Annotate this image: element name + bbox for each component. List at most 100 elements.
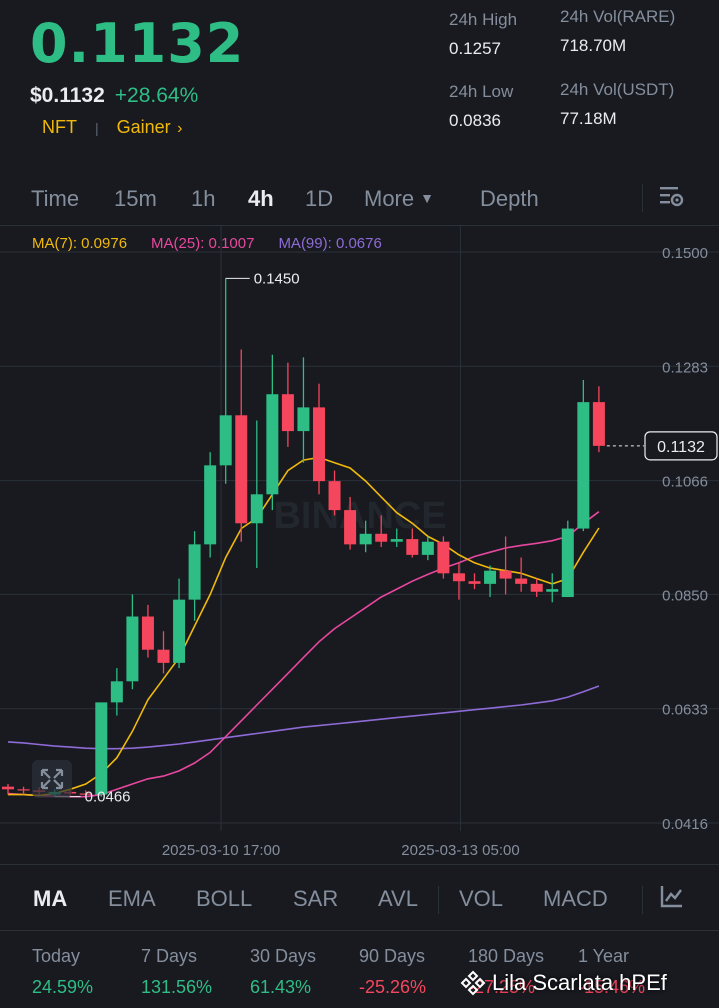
candlestick-chart[interactable]: BINANCE 0.15000.12830.10660.08500.06330.… xyxy=(0,226,719,866)
perf-30-days: 30 Days 61.43% xyxy=(250,946,316,998)
candle xyxy=(561,520,574,598)
candle xyxy=(95,702,108,797)
candle xyxy=(266,354,279,511)
tag-separator: | xyxy=(95,119,99,136)
tab-1d[interactable]: 1D xyxy=(305,186,333,212)
candle-body xyxy=(235,415,248,524)
candle xyxy=(297,357,310,463)
candle xyxy=(328,470,341,516)
candle-body xyxy=(17,789,30,791)
candle xyxy=(188,531,201,621)
candle-body xyxy=(561,528,574,598)
indicator-divider xyxy=(438,886,439,914)
candle xyxy=(250,420,263,569)
candle-body xyxy=(390,539,403,542)
user-watermark: Lila Scarlata hPEf xyxy=(460,970,667,996)
ind-tab-vol[interactable]: VOL xyxy=(459,886,503,912)
interval-tabs: Time 15m 1h 4h 1D More ▼ Depth xyxy=(0,178,719,222)
fiat-price: $0.1132 xyxy=(30,84,105,107)
chart-settings-icon[interactable] xyxy=(659,184,685,216)
perf-label: 180 Days xyxy=(468,946,545,966)
candle-body xyxy=(266,394,279,495)
candle-body xyxy=(157,649,170,663)
candle-body xyxy=(546,589,559,592)
candle-body xyxy=(344,510,357,545)
candle-body xyxy=(468,581,481,584)
expand-icon[interactable] xyxy=(32,760,72,798)
candle-body xyxy=(484,570,497,584)
user-watermark-text: Lila Scarlata hPEf xyxy=(492,970,667,995)
stat-label: 24h Low xyxy=(449,82,514,101)
perf-value: -25.26% xyxy=(359,977,427,997)
candle-body xyxy=(452,573,465,582)
indicator-settings-glyph xyxy=(660,886,682,908)
stat-value: 77.18M xyxy=(560,109,617,128)
candle-body xyxy=(313,407,325,482)
ind-tab-avl[interactable]: AVL xyxy=(378,886,418,912)
stat-24h-high: 24h High 0.1257 xyxy=(449,10,517,59)
tag-nft[interactable]: NFT xyxy=(42,117,77,138)
indicator-tabs: MA EMA BOLL SAR AVL VOL MACD xyxy=(0,880,719,920)
candle-body xyxy=(110,681,123,703)
candle-body xyxy=(577,402,590,529)
candle xyxy=(468,573,481,590)
y-tick-label: 0.1500 xyxy=(662,245,708,262)
candle xyxy=(577,380,590,532)
x-axis-labels: 2025-03-10 17:00 2025-03-13 05:00 xyxy=(162,842,520,859)
candle-body xyxy=(204,465,217,545)
ind-tab-boll[interactable]: BOLL xyxy=(196,886,252,912)
caret-down-icon: ▼ xyxy=(420,190,434,206)
last-price: 0.1132 xyxy=(30,12,245,75)
candle-body xyxy=(173,599,186,663)
tab-time[interactable]: Time xyxy=(31,186,79,212)
candle xyxy=(437,536,450,579)
candle-body xyxy=(126,616,139,682)
candle-body xyxy=(530,583,543,592)
candle-body xyxy=(188,544,201,600)
current-price-tag: 0.1132 xyxy=(657,439,705,456)
indicator-settings-icon[interactable] xyxy=(660,884,684,914)
candle-body xyxy=(250,494,263,524)
tab-more[interactable]: More ▼ xyxy=(364,186,434,212)
candle xyxy=(17,786,30,795)
x-tick-label: 2025-03-10 17:00 xyxy=(162,842,280,859)
stat-label: 24h Vol(RARE) xyxy=(560,7,676,26)
ind-tab-macd[interactable]: MACD xyxy=(543,886,608,912)
tab-1h[interactable]: 1h xyxy=(191,186,215,212)
candle xyxy=(2,784,14,795)
ind-tab-ma[interactable]: MA xyxy=(33,886,67,912)
candle-body xyxy=(359,533,372,545)
tab-4h[interactable]: 4h xyxy=(248,186,274,212)
candle xyxy=(126,594,139,690)
perf-value: 24.59% xyxy=(32,977,94,997)
perf-value: 61.43% xyxy=(250,977,312,997)
candle-body xyxy=(437,541,450,574)
ind-tab-sar[interactable]: SAR xyxy=(293,886,338,912)
stat-value: 0.1257 xyxy=(449,39,501,58)
candle xyxy=(204,452,217,558)
indicator-divider-2 xyxy=(642,886,643,914)
binance-logo-icon xyxy=(460,970,486,996)
tab-depth[interactable]: Depth xyxy=(480,186,539,212)
candle xyxy=(546,573,559,603)
candle xyxy=(141,604,154,658)
stat-label: 24h Vol(USDT) xyxy=(560,80,675,99)
tab-15m[interactable]: 15m xyxy=(114,186,157,212)
indicator-bottom-border xyxy=(0,930,719,931)
tag-gainer-label: Gainer xyxy=(116,117,171,137)
candle-body xyxy=(499,570,512,579)
perf-value: 131.56% xyxy=(141,977,213,997)
y-tick-label: 0.0416 xyxy=(662,816,708,833)
stat-label: 24h High xyxy=(449,10,518,29)
candle-body xyxy=(592,402,605,446)
tag-gainer[interactable]: Gainer › xyxy=(117,117,183,138)
perf-label: 7 Days xyxy=(141,946,198,966)
candle xyxy=(157,631,170,674)
candle-body xyxy=(421,541,434,555)
stat-value: 718.70M xyxy=(560,36,627,55)
price-summary: $0.1132 +28.64% xyxy=(30,84,198,108)
stat-24h-low: 24h Low 0.0836 xyxy=(449,82,513,131)
y-axis-labels: 0.1500 0.1283 0.1066 0.0850 0.0633 0.0416 xyxy=(662,245,708,833)
ind-tab-ema[interactable]: EMA xyxy=(108,886,156,912)
chevron-right-icon: › xyxy=(172,120,183,137)
